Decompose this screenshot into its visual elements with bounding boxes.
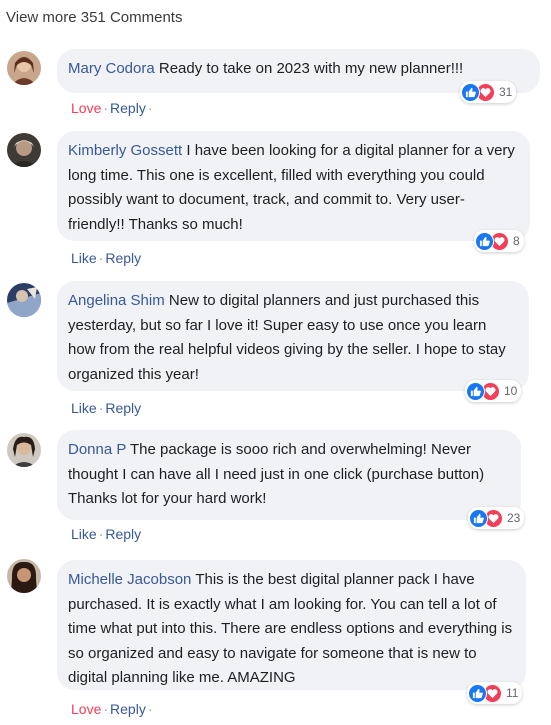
reaction-count: 31: [499, 85, 513, 99]
comment-bubble: Angelina Shim New to digital planners an…: [57, 281, 529, 391]
thumbs-up-icon: [466, 381, 485, 401]
love-action-button[interactable]: Love: [71, 100, 101, 116]
comment-actions: Like · Reply: [71, 250, 141, 266]
separator: ·: [98, 250, 104, 266]
reaction-summary[interactable]: 8: [474, 230, 524, 252]
reaction-count: 10: [504, 384, 518, 398]
reply-button[interactable]: Reply: [105, 400, 141, 416]
comment-author[interactable]: Mary Codora: [68, 60, 155, 77]
separator: ·: [147, 701, 153, 717]
reply-button[interactable]: Reply: [110, 701, 146, 717]
comment-actions: Love · Reply ·: [71, 100, 155, 116]
thumbs-up-icon: [461, 82, 480, 102]
avatar[interactable]: [7, 283, 41, 317]
reply-button[interactable]: Reply: [105, 250, 141, 266]
reply-button[interactable]: Reply: [110, 100, 146, 116]
thumbs-up-icon: [475, 231, 494, 251]
comment-text: This is the best digital planner pack I …: [68, 571, 513, 686]
avatar[interactable]: [7, 433, 41, 467]
avatar[interactable]: [7, 51, 41, 85]
reaction-summary[interactable]: 31: [460, 81, 517, 103]
thumbs-up-icon: [468, 683, 487, 703]
avatar[interactable]: [7, 559, 41, 593]
thumbs-up-icon: [469, 508, 488, 528]
reaction-count: 8: [513, 234, 520, 248]
separator: ·: [103, 701, 109, 717]
comment-author[interactable]: Angelina Shim: [68, 292, 165, 309]
view-more-comments-link[interactable]: View more 351 Comments: [6, 9, 182, 26]
separator: ·: [98, 400, 104, 416]
reply-button[interactable]: Reply: [105, 526, 141, 542]
reaction-count: 23: [507, 511, 521, 525]
like-button[interactable]: Like: [71, 400, 97, 416]
separator: ·: [98, 526, 104, 542]
comment-bubble: Donna P The package is sooo rich and ove…: [57, 430, 521, 520]
love-action-button[interactable]: Love: [71, 701, 101, 717]
separator: ·: [103, 100, 109, 116]
comment-author[interactable]: Michelle Jacobson: [68, 571, 191, 588]
reaction-summary[interactable]: 11: [467, 682, 523, 704]
comment-author[interactable]: Donna P: [68, 441, 126, 458]
like-button[interactable]: Like: [71, 526, 97, 542]
comment-text: Ready to take on 2023 with my new planne…: [158, 60, 464, 77]
reaction-summary[interactable]: 23: [468, 507, 525, 529]
separator: ·: [147, 100, 153, 116]
comment-actions: Like · Reply: [71, 400, 141, 416]
comment-author[interactable]: Kimberly Gossett: [68, 142, 182, 159]
comment-bubble: Kimberly Gossett I have been looking for…: [57, 131, 530, 241]
comment-bubble: Michelle Jacobson This is the best digit…: [57, 560, 526, 690]
comment-actions: Love · Reply ·: [71, 701, 155, 717]
comment-text: The package is sooo rich and overwhelmin…: [68, 441, 485, 507]
reaction-summary[interactable]: 10: [465, 380, 522, 402]
like-button[interactable]: Like: [71, 250, 97, 266]
reaction-count: 11: [506, 686, 519, 700]
comment-actions: Like · Reply: [71, 526, 141, 542]
avatar[interactable]: [7, 133, 41, 167]
